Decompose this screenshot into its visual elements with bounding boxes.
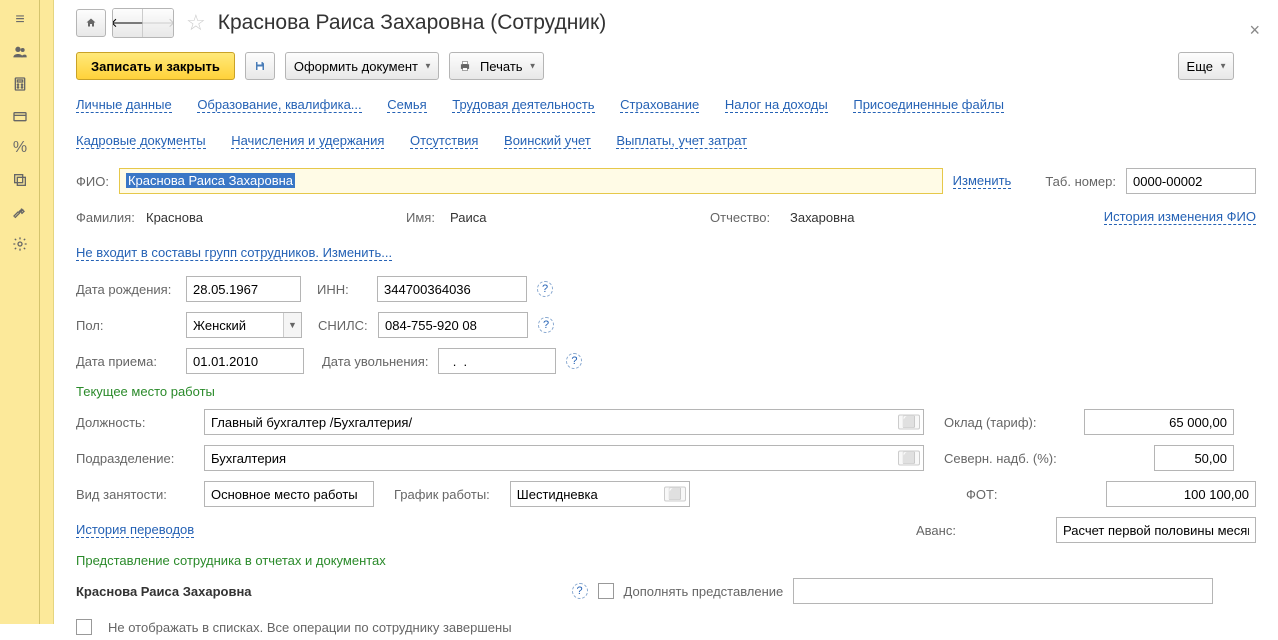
department-input[interactable] (204, 445, 924, 471)
supplement-label: Дополнять представление (624, 584, 784, 599)
page-title: Краснова Раиса Захаровна (Сотрудник) (218, 11, 606, 35)
fio-history-link[interactable]: История изменения ФИО (1104, 209, 1256, 225)
favorite-star-icon[interactable]: ☆ (186, 10, 206, 36)
groups-link[interactable]: Не входит в составы групп сотрудников. И… (76, 245, 392, 261)
north-label: Северн. надб. (%): (944, 451, 1064, 466)
birth-label: Дата рождения: (76, 282, 176, 297)
yellow-strip (40, 0, 54, 624)
schedule-input[interactable] (510, 481, 690, 507)
chevron-down-icon[interactable]: ▼ (283, 313, 301, 337)
salary-input[interactable] (1084, 409, 1234, 435)
calculator-icon[interactable] (0, 68, 40, 100)
position-input[interactable] (204, 409, 924, 435)
snils-label: СНИЛС: (318, 318, 368, 333)
tabnum-input[interactable] (1126, 168, 1256, 194)
inn-help-icon[interactable]: ? (537, 281, 553, 297)
salary-label: Оклад (тариф): (944, 415, 1064, 430)
gender-label: Пол: (76, 318, 176, 333)
name-value: Раиса (450, 210, 700, 225)
fot-input[interactable] (1106, 481, 1256, 507)
card-icon[interactable] (0, 100, 40, 132)
fire-help-icon[interactable]: ? (566, 353, 582, 369)
tab-insurance[interactable]: Страхование (620, 97, 699, 113)
surname-label: Фамилия: (76, 210, 136, 225)
fio-input[interactable]: Краснова Раиса Захаровна (119, 168, 943, 194)
supplement-checkbox[interactable] (598, 583, 614, 599)
patronymic-label: Отчество: (710, 210, 780, 225)
tab-military[interactable]: Воинский учет (504, 133, 591, 149)
hide-checkbox[interactable] (76, 619, 92, 635)
transfers-link[interactable]: История переводов (76, 522, 194, 538)
employment-label: Вид занятости: (76, 487, 184, 502)
tab-payments[interactable]: Выплаты, учет затрат (616, 133, 747, 149)
gear-icon[interactable] (0, 228, 40, 260)
forward-button[interactable]: 🡒 (143, 9, 173, 37)
percent-icon[interactable]: % (0, 132, 40, 164)
tabnum-label: Таб. номер: (1045, 174, 1116, 189)
main-content: 🡐 🡒 ☆ Краснова Раиса Захаровна (Сотрудни… (54, 0, 1278, 624)
lookup-icon[interactable]: ⬜ (664, 487, 686, 502)
fio-change-link[interactable]: Изменить (953, 173, 1012, 189)
advance-input[interactable] (1056, 517, 1256, 543)
fire-label: Дата увольнения: (322, 354, 428, 369)
repr-header: Представление сотрудника в отчетах и док… (76, 553, 1256, 568)
fire-input[interactable] (438, 348, 556, 374)
lookup-icon[interactable]: ⬜ (898, 415, 920, 430)
tabs-row-1: Личные данные Образование, квалифика... … (76, 92, 1256, 118)
inn-input[interactable] (377, 276, 527, 302)
tab-personal[interactable]: Личные данные (76, 97, 172, 113)
fio-label: ФИО: (76, 174, 109, 189)
save-button[interactable] (245, 52, 275, 80)
copy-icon[interactable] (0, 164, 40, 196)
tab-absence[interactable]: Отсутствия (410, 133, 478, 149)
wrench-icon[interactable] (0, 196, 40, 228)
position-label: Должность: (76, 415, 184, 430)
repr-help-icon[interactable]: ? (572, 583, 588, 599)
document-menu[interactable]: Оформить документ (285, 52, 439, 80)
advance-label: Аванс: (916, 523, 1036, 538)
close-icon[interactable]: × (1249, 20, 1260, 41)
tab-labor[interactable]: Трудовая деятельность (452, 97, 594, 113)
department-label: Подразделение: (76, 451, 184, 466)
print-menu[interactable]: Печать (449, 52, 544, 80)
workplace-header: Текущее место работы (76, 384, 1256, 399)
more-menu[interactable]: Еще (1178, 52, 1234, 80)
tab-family[interactable]: Семья (387, 97, 426, 113)
birth-input[interactable] (186, 276, 301, 302)
inn-label: ИНН: (317, 282, 367, 297)
hide-label: Не отображать в списках. Все операции по… (108, 620, 512, 635)
save-close-button[interactable]: Записать и закрыть (76, 52, 235, 80)
supplement-input[interactable] (793, 578, 1213, 604)
sidebar: ≡ % (0, 0, 40, 624)
fot-label: ФОТ: (966, 487, 1086, 502)
schedule-label: График работы: (394, 487, 490, 502)
tab-accruals[interactable]: Начисления и удержания (231, 133, 384, 149)
users-icon[interactable] (0, 36, 40, 68)
back-button[interactable]: 🡐 (113, 9, 143, 37)
tab-hr-docs[interactable]: Кадровые документы (76, 133, 206, 149)
surname-value: Краснова (146, 210, 396, 225)
gender-select[interactable]: ▼ (186, 312, 302, 338)
tab-education[interactable]: Образование, квалифика... (197, 97, 361, 113)
repr-name: Краснова Раиса Захаровна (76, 584, 252, 599)
tabs-row-2: Кадровые документы Начисления и удержани… (76, 128, 1256, 154)
employment-input[interactable] (204, 481, 374, 507)
home-button[interactable] (76, 9, 106, 37)
north-input[interactable] (1154, 445, 1234, 471)
hire-label: Дата приема: (76, 354, 176, 369)
menu-icon[interactable]: ≡ (0, 4, 40, 36)
hire-input[interactable] (186, 348, 304, 374)
snils-input[interactable] (378, 312, 528, 338)
patronymic-value: Захаровна (790, 210, 854, 225)
lookup-icon[interactable]: ⬜ (898, 451, 920, 466)
name-label: Имя: (406, 210, 440, 225)
snils-help-icon[interactable]: ? (538, 317, 554, 333)
tab-files[interactable]: Присоединенные файлы (853, 97, 1004, 113)
tab-tax[interactable]: Налог на доходы (725, 97, 828, 113)
